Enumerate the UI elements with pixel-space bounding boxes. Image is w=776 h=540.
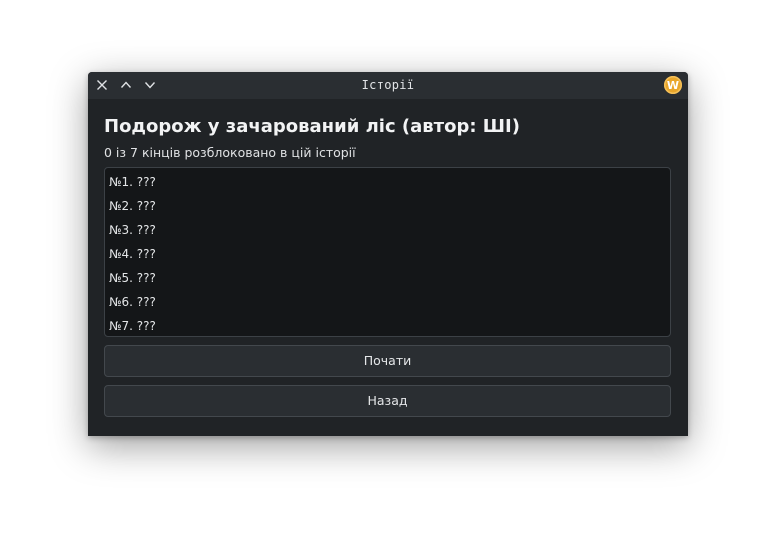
endings-progress-text: 0 із 7 кінців розблоковано в цій історії	[104, 145, 356, 160]
window-title: Історії	[361, 78, 415, 92]
back-button[interactable]: Назад	[104, 385, 671, 417]
app-icon: W	[664, 76, 682, 94]
app-window: Історії W Подорож у зачарований ліс (авт…	[88, 72, 688, 436]
endings-list[interactable]: №1. ??? №2. ??? №3. ??? №4. ??? №5. ??? …	[104, 167, 671, 337]
start-button[interactable]: Почати	[104, 345, 671, 377]
list-item[interactable]: №1. ???	[105, 170, 670, 194]
story-title: Подорож у зачарований ліс (автор: ШІ)	[104, 116, 520, 137]
list-item[interactable]: №7. ???	[105, 314, 670, 338]
list-item[interactable]: №3. ???	[105, 218, 670, 242]
list-item[interactable]: №5. ???	[105, 266, 670, 290]
list-item[interactable]: №6. ???	[105, 290, 670, 314]
list-item[interactable]: №2. ???	[105, 194, 670, 218]
title-bar[interactable]: Історії W	[88, 72, 688, 99]
story-panel: Подорож у зачарований ліс (автор: ШІ) 0 …	[104, 99, 671, 417]
list-item[interactable]: №4. ???	[105, 242, 670, 266]
